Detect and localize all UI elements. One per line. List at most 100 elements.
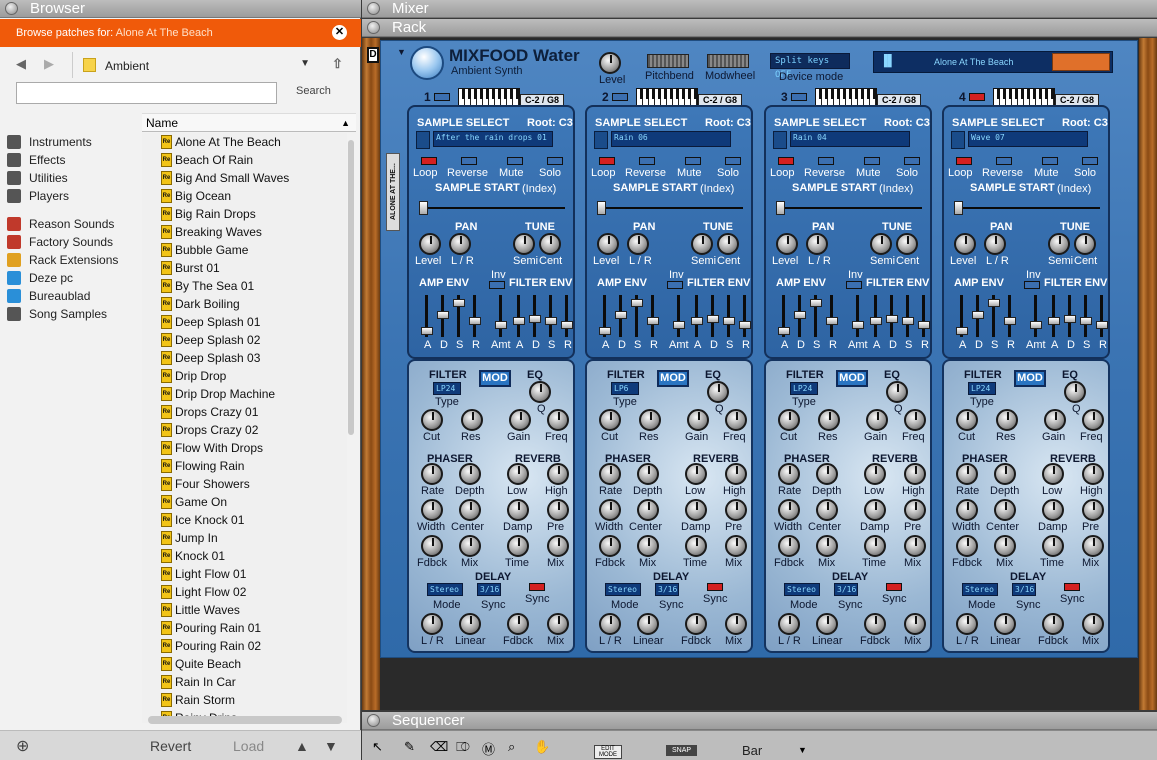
envelope-slider-handle[interactable] [870,317,882,325]
snap-value[interactable]: Bar [742,743,762,758]
damp-knob[interactable] [685,499,707,521]
delay-mode-display[interactable]: Stereo [427,583,463,596]
list-item[interactable]: Re Flow With Drops [142,439,347,457]
envelope-slider-handle[interactable] [529,315,541,323]
sidebar-item-factory-sounds[interactable]: Factory Sounds [0,233,140,251]
low-knob[interactable] [507,463,529,485]
modwheel[interactable] [707,54,749,68]
envelope-slider-handle[interactable] [794,311,806,319]
collapse-icon[interactable] [367,714,380,727]
razor-tool-icon[interactable]: ⎄ [456,739,470,755]
envelope-slider-handle[interactable] [810,299,822,307]
sidebar-item-instruments[interactable]: Instruments [0,133,140,151]
delay-mix-knob[interactable] [904,613,926,635]
list-item[interactable]: Re Four Showers [142,475,347,493]
delay-linear-knob[interactable] [816,613,838,635]
reverse-button[interactable] [461,157,477,165]
depth-knob[interactable] [459,463,481,485]
sample-name-display[interactable]: Rain 06 [611,131,731,147]
res-knob[interactable] [461,409,483,431]
list-item[interactable]: Re Beach Of Rain [142,151,347,169]
mute-button[interactable] [864,157,880,165]
sample-stepper[interactable] [416,131,430,149]
damp-knob[interactable] [864,499,886,521]
device-mode-display[interactable]: Split keys OFF [770,53,850,80]
list-item[interactable]: Re Dark Boiling [142,295,347,313]
folder-dropdown[interactable]: Ambient ▼ [72,52,322,78]
list-item[interactable]: Re Drops Crazy 01 [142,403,347,421]
gain-knob[interactable] [687,409,709,431]
cent-knob[interactable] [539,233,561,255]
collapse-icon[interactable] [367,2,380,15]
sidebar-item-players[interactable]: Players [0,187,140,205]
fold-triangle-icon[interactable]: ▼ [397,47,406,57]
mix-knob[interactable] [904,535,926,557]
delay-sync-display[interactable]: 3/16 [1012,583,1036,596]
reverse-button[interactable] [639,157,655,165]
freq-knob[interactable] [904,409,926,431]
channel-led[interactable] [612,93,628,101]
eq-q-knob[interactable] [886,381,908,403]
time-knob[interactable] [864,535,886,557]
envelope-slider-handle[interactable] [1080,317,1092,325]
width-knob[interactable] [421,499,443,521]
envelope-slider-handle[interactable] [615,311,627,319]
collapse-icon[interactable] [5,2,18,15]
cut-knob[interactable] [599,409,621,431]
cut-knob[interactable] [956,409,978,431]
fdbck-knob[interactable] [956,535,978,557]
invert-button[interactable] [667,281,683,289]
time-knob[interactable] [507,535,529,557]
sequencer-header[interactable]: Sequencer [362,712,1157,730]
width-knob[interactable] [778,499,800,521]
delay-linear-knob[interactable] [994,613,1016,635]
envelope-slider-handle[interactable] [826,317,838,325]
pre-knob[interactable] [1082,499,1104,521]
delay-mix-knob[interactable] [1082,613,1104,635]
envelope-slider-handle[interactable] [453,299,465,307]
sample-name-display[interactable]: Rain 04 [790,131,910,147]
rate-knob[interactable] [599,463,621,485]
low-knob[interactable] [1042,463,1064,485]
rate-knob[interactable] [421,463,443,485]
sample-name-display[interactable]: Wave 07 [968,131,1088,147]
delay-mix-knob[interactable] [547,613,569,635]
channel-led[interactable] [969,93,985,101]
low-knob[interactable] [864,463,886,485]
cut-knob[interactable] [778,409,800,431]
semi-knob[interactable] [691,233,713,255]
envelope-slider-handle[interactable] [852,321,864,329]
low-knob[interactable] [685,463,707,485]
rack-header[interactable]: Rack [362,19,1157,37]
envelope-slider-handle[interactable] [1048,317,1060,325]
mute-button[interactable] [1042,157,1058,165]
list-item[interactable]: Re Flowing Rain [142,457,347,475]
delay-mix-knob[interactable] [725,613,747,635]
delay-linear-knob[interactable] [637,613,659,635]
sample-name-display[interactable]: After the rain drops 01 [433,131,553,147]
envelope-slider-handle[interactable] [421,327,433,335]
width-knob[interactable] [599,499,621,521]
gain-knob[interactable] [509,409,531,431]
eq-q-knob[interactable] [529,381,551,403]
list-item[interactable]: Re Bubble Game [142,241,347,259]
list-item[interactable]: Re Pouring Rain 01 [142,619,347,637]
sidebar-item-effects[interactable]: Effects [0,151,140,169]
depth-knob[interactable] [816,463,838,485]
mix-knob[interactable] [459,535,481,557]
list-item[interactable]: Re Little Waves [142,601,347,619]
delay-fdbck-knob[interactable] [507,613,529,635]
patch-browse-buttons[interactable] [1052,53,1110,71]
list-item[interactable]: Re Deep Splash 03 [142,349,347,367]
envelope-slider-handle[interactable] [972,311,984,319]
delay-mode-display[interactable]: Stereo [962,583,998,596]
envelope-slider-handle[interactable] [723,317,735,325]
pan-knob[interactable] [627,233,649,255]
mixer-header[interactable]: Mixer [362,0,1157,18]
sample-start-handle[interactable] [954,201,963,215]
mod-button[interactable]: MOD [1014,370,1046,387]
envelope-slider-handle[interactable] [437,311,449,319]
pre-knob[interactable] [725,499,747,521]
filter-type-display[interactable]: LP6 [611,382,639,395]
envelope-slider-handle[interactable] [545,317,557,325]
